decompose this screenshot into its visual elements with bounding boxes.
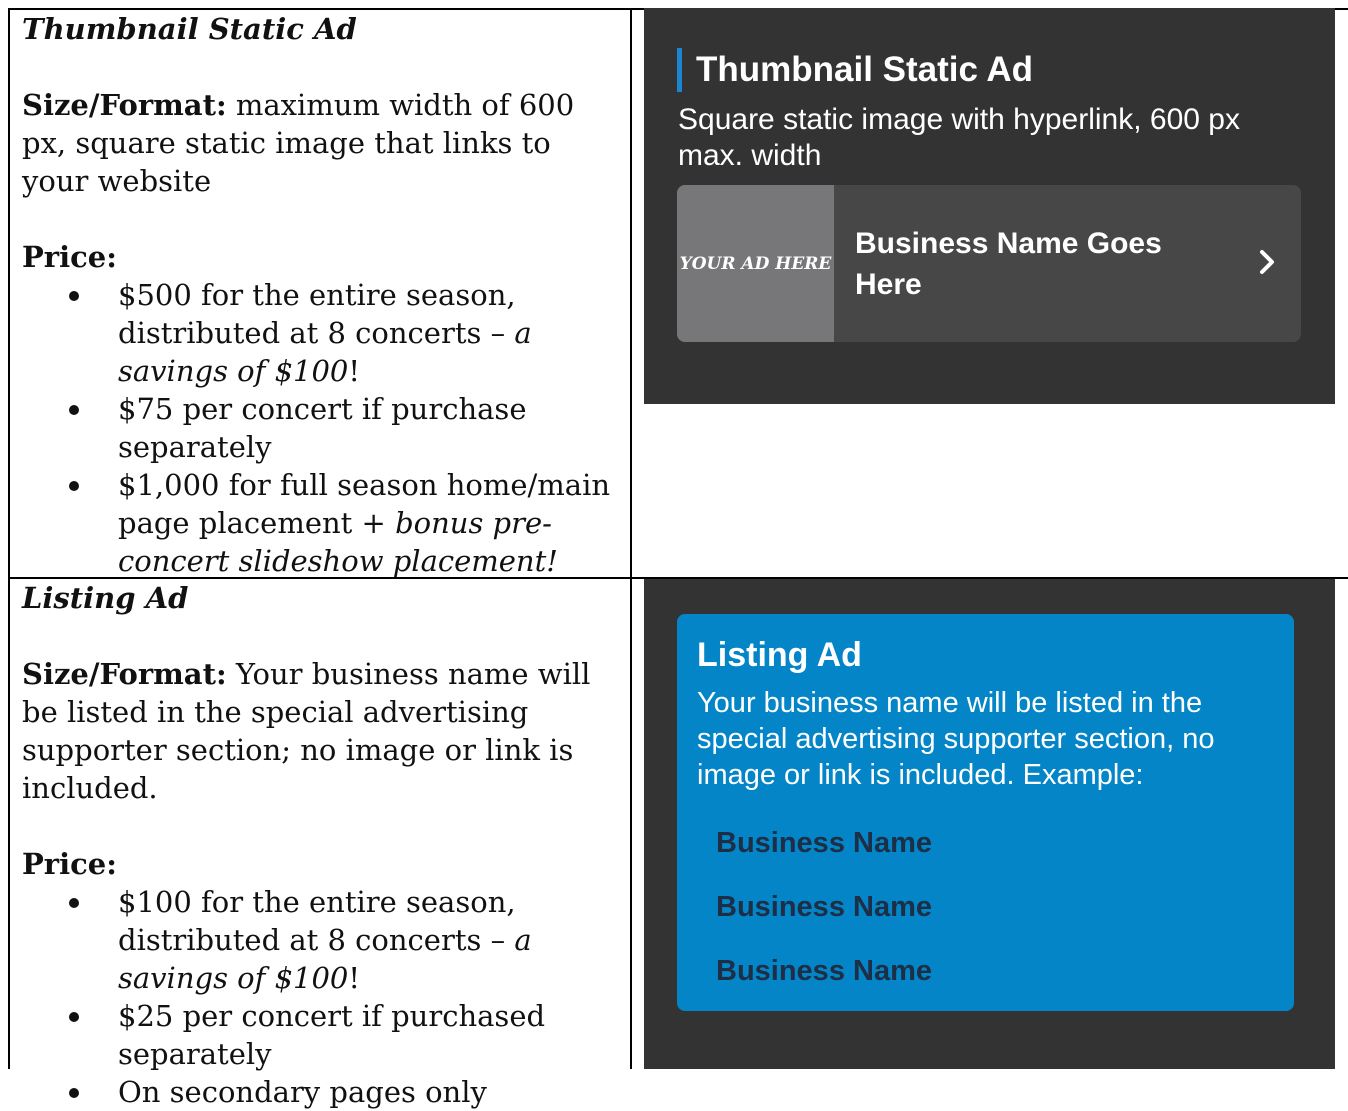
size-format-paragraph: Size/Format: Your business name will be … [22, 655, 622, 807]
listing-description: Your business name will be listed in the… [697, 687, 1215, 791]
listing-business-name: Business Name [716, 955, 932, 987]
price-item: $100 for the entire season, distributed … [22, 883, 622, 997]
thumbnail-ad-card[interactable]: YOUR AD HERE Business Name Goes Here [677, 185, 1301, 342]
size-format-label: Size/Format: [22, 657, 227, 691]
bullet-icon [69, 481, 79, 491]
price-label: Price: [22, 240, 117, 274]
price-list: $500 for the entire season, distributed … [22, 276, 622, 580]
price-item: $75 per concert if purchase separately [22, 390, 622, 466]
bullet-icon [69, 291, 79, 301]
size-format-label: Size/Format: [22, 88, 227, 122]
title-accent-bar [677, 48, 682, 92]
bullet-icon [69, 405, 79, 415]
price-item: $25 per concert if purchased separately [22, 997, 622, 1073]
bullet-icon [69, 1012, 79, 1022]
listing-business-name: Business Name [716, 891, 932, 923]
table-left-border [8, 8, 10, 1069]
price-item: $500 for the entire season, distributed … [22, 276, 622, 390]
preview-description: Square static image with hyperlink, 600 … [678, 103, 1240, 172]
cell-title: Listing Ad [22, 581, 189, 615]
bullet-icon [69, 1088, 79, 1098]
table-column-divider [630, 8, 632, 1069]
listing-ad-box: Listing Ad Your business name will be li… [677, 614, 1294, 1011]
price-list: $100 for the entire season, distributed … [22, 883, 622, 1111]
preview-title: Thumbnail Static Ad [696, 50, 1034, 89]
size-format-paragraph: Size/Format: maximum width of 600 px, sq… [22, 86, 622, 200]
listing-business-name: Business Name [716, 827, 932, 859]
bullet-icon [69, 898, 79, 908]
ad-image-placeholder: YOUR AD HERE [677, 185, 834, 342]
listing-ad-details: Listing Ad Size/Format: Your business na… [22, 579, 622, 1111]
price-label: Price: [22, 847, 117, 881]
price-item: $1,000 for full season home/main page pl… [22, 466, 622, 580]
listing-title: Listing Ad [697, 636, 862, 674]
business-name: Business Name Goes Here [855, 227, 1162, 301]
thumbnail-ad-details: Thumbnail Static Ad Size/Format: maximum… [22, 10, 622, 580]
price-item: On secondary pages only [22, 1073, 622, 1111]
cell-title: Thumbnail Static Ad [22, 12, 357, 46]
chevron-right-icon [1260, 250, 1274, 274]
